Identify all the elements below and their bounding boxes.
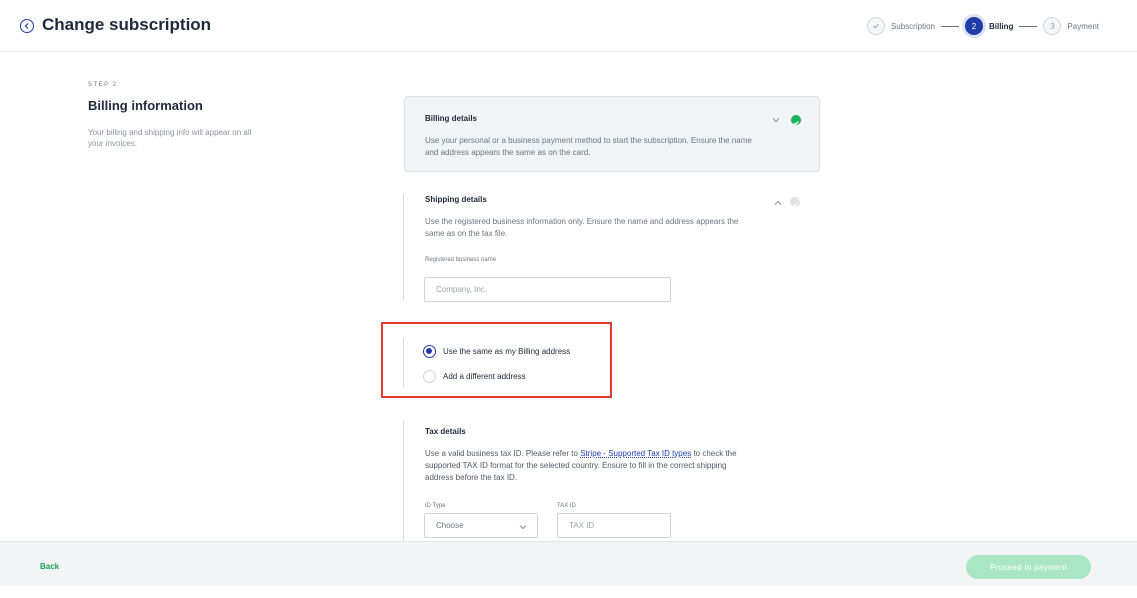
billing-complete-check-icon (791, 115, 801, 126)
chevron-up-icon[interactable] (773, 198, 783, 208)
page-title: Change subscription (42, 15, 212, 34)
billing-details-card[interactable]: Billing details Use your personal or a b… (404, 96, 820, 172)
billing-details-description: Use your personal or a business payment … (425, 136, 752, 157)
id-type-select[interactable]: Choose (424, 513, 538, 538)
step-payment-number: 3 (1043, 17, 1062, 35)
back-button[interactable]: Back (40, 562, 59, 571)
tax-id-input[interactable]: TAX ID (557, 513, 671, 538)
tax-details-description: Use a valid business tax ID. Please refe… (425, 448, 745, 484)
step-subscription-check-icon (866, 17, 885, 35)
shipping-check-icon (790, 197, 800, 208)
section-divider (403, 194, 404, 301)
shipping-details-title: Shipping details (425, 195, 487, 204)
id-type-value: Choose (436, 521, 464, 530)
section-description: Your billing and shipping info will appe… (88, 128, 252, 148)
id-type-label: ID Type (425, 503, 446, 509)
step-eyebrow: STEP 2 (88, 82, 118, 88)
tax-details-title: Tax details (425, 427, 466, 436)
business-name-label: Registered business name (425, 257, 497, 263)
step-subscription-label: Subscription (890, 21, 935, 31)
proceed-to-payment-button[interactable]: Proceed to payment (966, 555, 1091, 579)
progress-stepper: Subscription 2 Billing 3 Payment (866, 16, 1099, 36)
step-billing-number: 2 (964, 17, 983, 35)
footer-bar: Back Proceed to payment (0, 541, 1137, 586)
chevron-down-icon (519, 525, 527, 530)
section-title: Billing information (88, 98, 203, 113)
section-divider (403, 420, 404, 541)
step-connector (1019, 25, 1038, 27)
stripe-tax-id-link[interactable]: Stripe - Supported Tax ID types (580, 449, 691, 458)
chevron-down-icon[interactable] (771, 115, 781, 125)
billing-details-title: Billing details (425, 114, 478, 123)
page-header: Change subscription Subscription 2 Billi… (0, 0, 1137, 52)
business-name-input[interactable]: Company, Inc. (424, 277, 671, 302)
tax-desc-text: Use a valid business tax ID. Please refe… (425, 449, 581, 458)
step-billing-label: Billing (988, 21, 1014, 31)
step-payment-label: Payment (1067, 21, 1099, 31)
highlight-annotation (381, 322, 612, 398)
shipping-details-description: Use the registered business information … (425, 217, 739, 238)
tax-id-label: TAX ID (557, 503, 576, 509)
step-connector (940, 25, 959, 27)
back-arrow-icon[interactable] (20, 19, 34, 33)
